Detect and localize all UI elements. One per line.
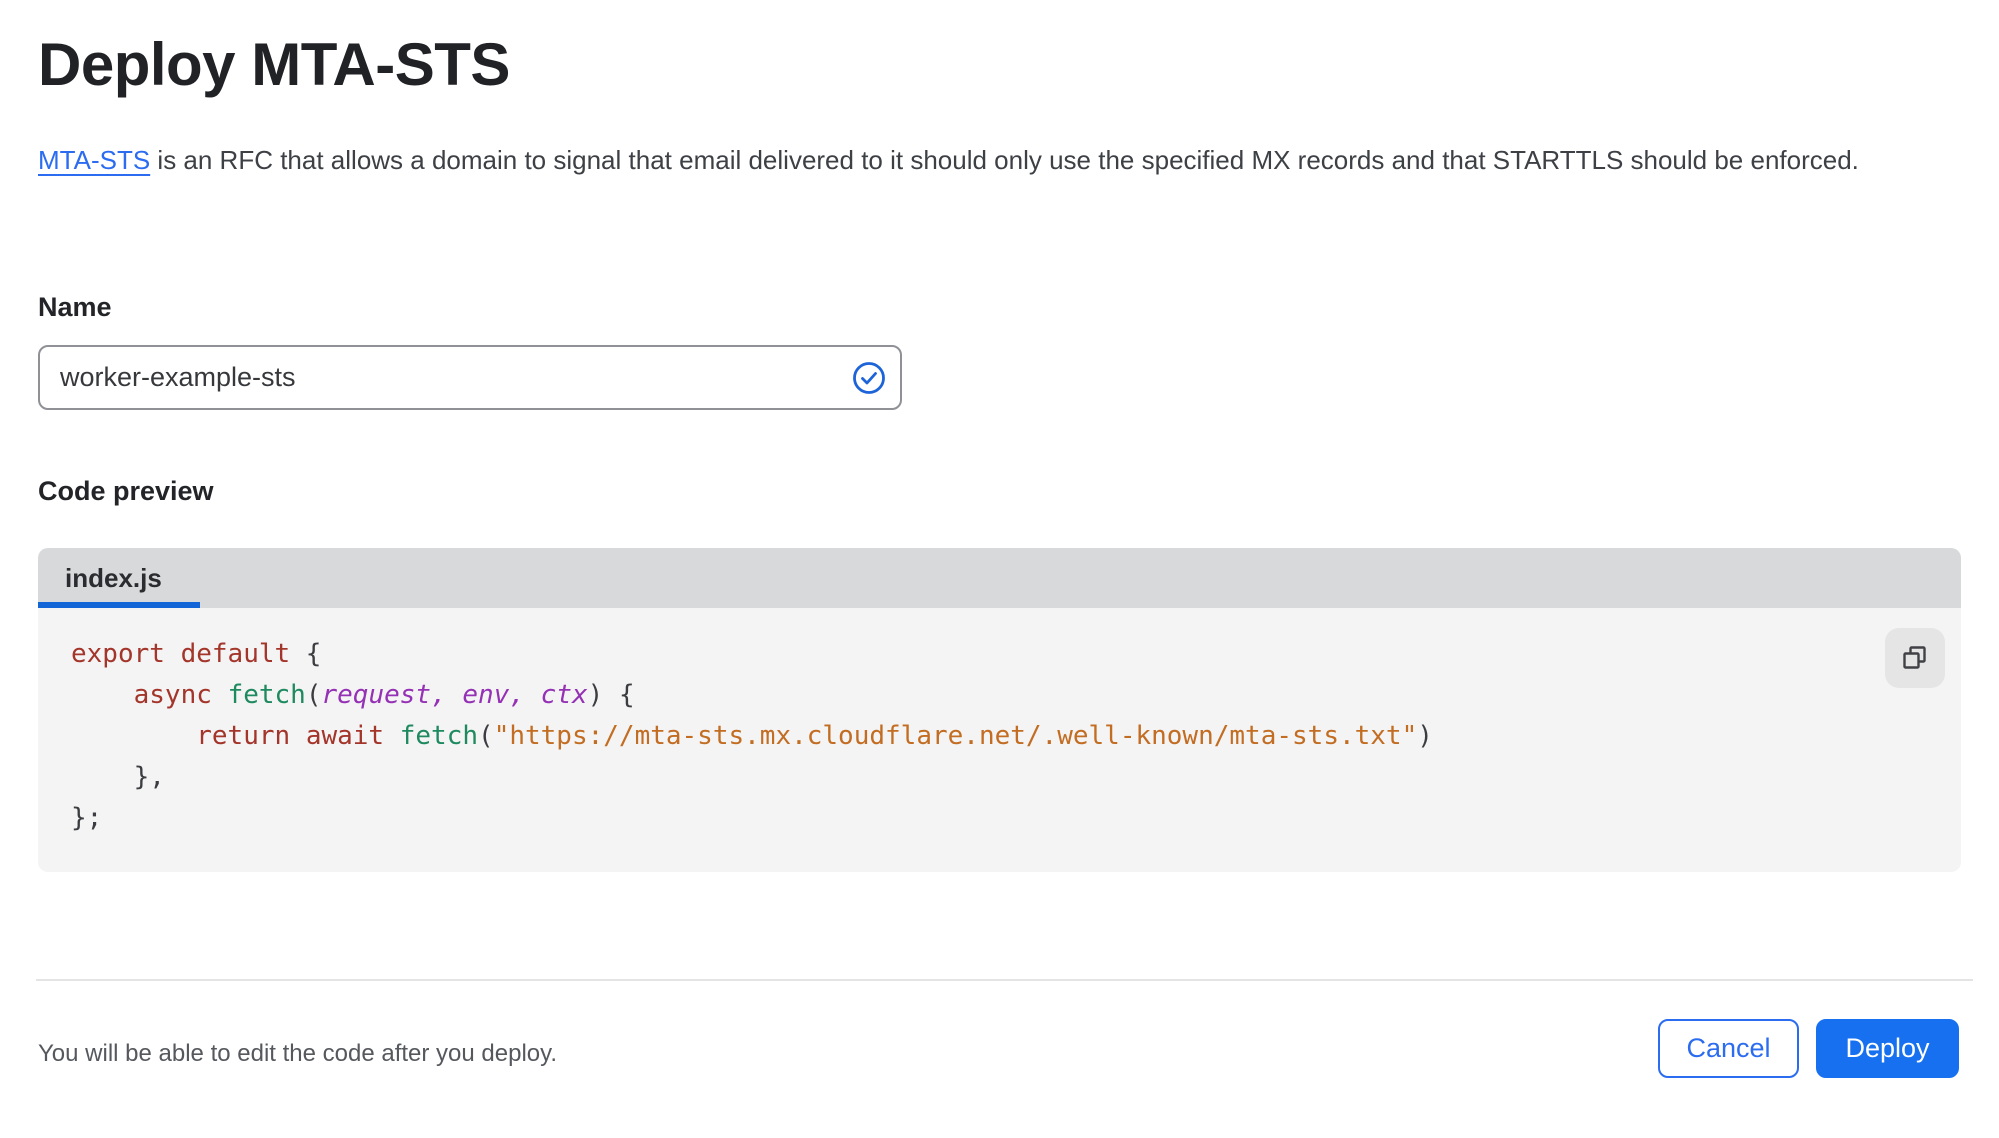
name-label: Name <box>38 292 112 322</box>
code-content: export default { async fetch(request, en… <box>38 608 1961 839</box>
name-input-wrap <box>38 345 902 410</box>
deploy-button[interactable]: Deploy <box>1816 1019 1959 1078</box>
footer-divider <box>36 979 1973 981</box>
tab-label: index.js <box>65 562 162 593</box>
page-title: Deploy MTA-STS <box>38 31 510 98</box>
description-text: is an RFC that allows a domain to signal… <box>150 145 1859 175</box>
code-preview-label: Code preview <box>38 476 214 506</box>
code-line: export default { <box>71 639 322 669</box>
code-area: export default { async fetch(request, en… <box>38 608 1961 872</box>
code-line: }; <box>71 803 103 833</box>
code-line: }, <box>71 762 165 792</box>
description: MTA-STS is an RFC that allows a domain t… <box>38 138 1928 183</box>
tab-index-js[interactable]: index.js <box>38 548 206 608</box>
code-preview-block: index.js export default { async fetch(re… <box>38 548 1961 872</box>
copy-code-button[interactable] <box>1885 628 1945 688</box>
code-line: return await fetch("https://mta-sts.mx.c… <box>196 721 1433 751</box>
footer-note: You will be able to edit the code after … <box>38 1040 558 1067</box>
code-tab-bar: index.js <box>38 548 1961 608</box>
mta-sts-link[interactable]: MTA-STS <box>38 145 150 175</box>
copy-icon <box>1901 644 1929 672</box>
cancel-button[interactable]: Cancel <box>1658 1019 1799 1078</box>
deploy-mta-sts-page: Deploy MTA-STS MTA-STS is an RFC that al… <box>0 0 1999 1138</box>
name-input[interactable] <box>38 345 902 410</box>
code-line: async fetch(request, env, ctx) { <box>133 680 635 710</box>
check-circle-icon <box>852 361 886 395</box>
